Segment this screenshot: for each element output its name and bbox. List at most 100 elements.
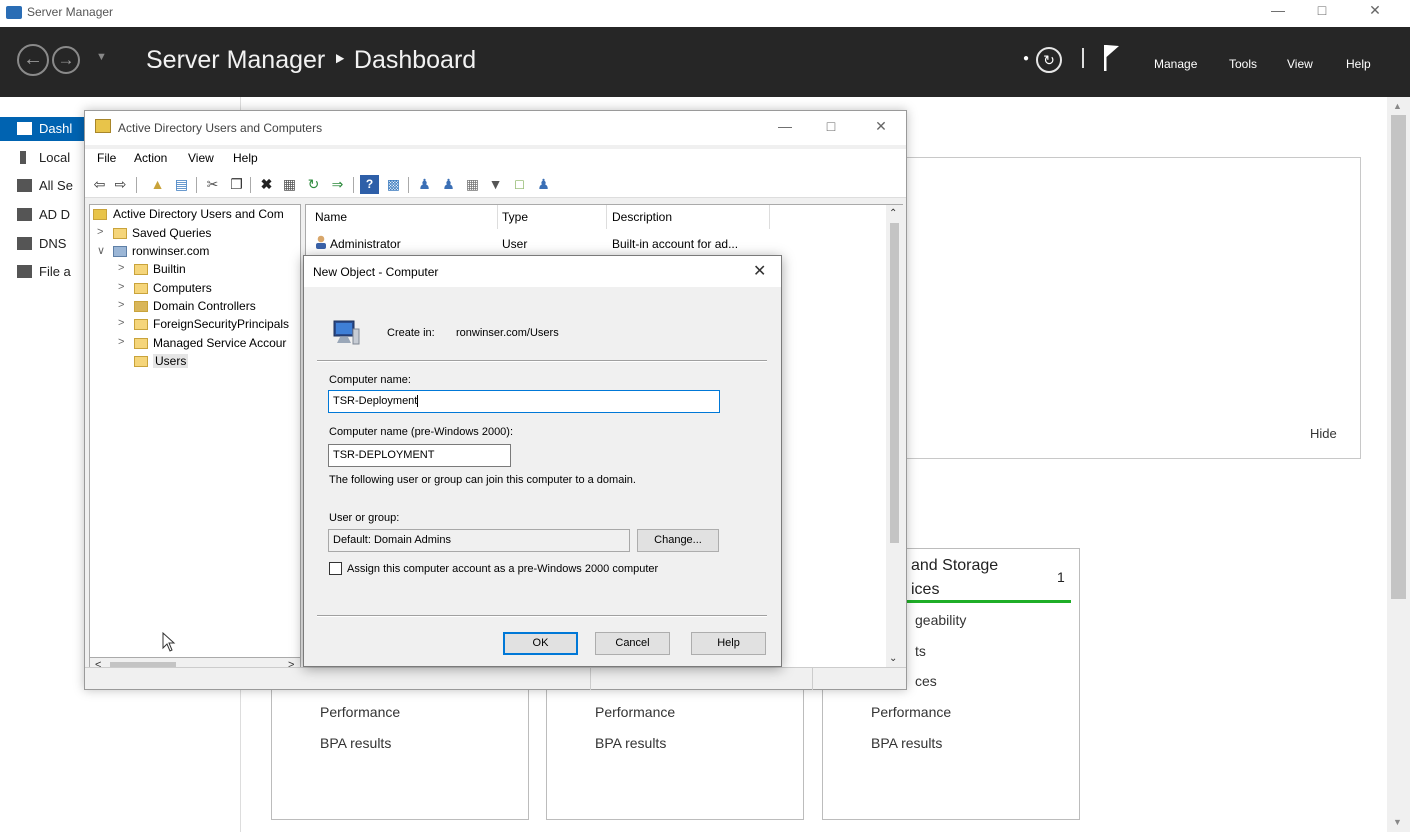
nav-label: DNS xyxy=(39,236,67,251)
tools-menu[interactable]: Tools xyxy=(1229,57,1257,71)
cell-name[interactable]: Administrator xyxy=(330,237,401,251)
refresh-dropdown-icon[interactable]: ● xyxy=(1023,53,1029,64)
properties-icon[interactable]: ▦ xyxy=(280,175,299,194)
computer-icon xyxy=(333,320,360,345)
minimize-icon[interactable]: — xyxy=(770,118,800,134)
tile-manageability-link[interactable]: geability xyxy=(915,612,966,628)
show-tree-icon[interactable]: ▤ xyxy=(172,175,191,194)
expand-icon[interactable]: > xyxy=(118,281,124,293)
action-menu[interactable]: Action xyxy=(134,151,167,165)
tree-item-domain[interactable]: ∨ ronwinser.com xyxy=(97,243,297,261)
server-manager-app-icon xyxy=(6,6,22,19)
tree-item-domain-controllers[interactable]: > Domain Controllers xyxy=(118,298,300,316)
find-icon[interactable]: □ xyxy=(510,175,529,194)
refresh-icon[interactable]: ↻ xyxy=(304,175,323,194)
delegate-control-icon[interactable]: ♟ xyxy=(534,175,553,194)
add-to-group-icon[interactable]: ▦ xyxy=(463,175,482,194)
tree-item-saved-queries[interactable]: > Saved Queries xyxy=(97,225,297,243)
maximize-icon[interactable]: □ xyxy=(816,118,846,134)
scroll-thumb[interactable] xyxy=(890,223,899,543)
collapse-icon[interactable]: ∨ xyxy=(97,244,105,257)
expand-icon[interactable]: > xyxy=(118,262,124,274)
scroll-thumb[interactable] xyxy=(1391,115,1406,599)
column-header-type[interactable]: Type xyxy=(502,210,528,224)
show-action-pane-icon[interactable]: ▩ xyxy=(384,175,403,194)
help-menu[interactable]: Help xyxy=(233,151,258,165)
filter-icon[interactable]: ▼ xyxy=(486,175,505,194)
expand-icon[interactable]: > xyxy=(118,336,124,348)
tile-events-link[interactable]: ts xyxy=(915,643,926,659)
manage-menu[interactable]: Manage xyxy=(1154,57,1197,71)
pre2000-checkbox-label[interactable]: Assign this computer account as a pre-Wi… xyxy=(347,563,658,575)
cancel-button[interactable]: Cancel xyxy=(595,632,670,655)
ok-button[interactable]: OK xyxy=(503,632,578,655)
column-divider[interactable] xyxy=(497,205,498,229)
tree-root[interactable]: Active Directory Users and Com xyxy=(90,206,300,224)
history-dropdown-icon[interactable]: ▼ xyxy=(96,51,107,63)
notifications-flag-icon[interactable] xyxy=(1103,45,1119,71)
column-header-description[interactable]: Description xyxy=(612,210,672,224)
tree-item-builtin[interactable]: > Builtin xyxy=(118,261,300,279)
cell-type: User xyxy=(502,237,528,251)
column-header-name[interactable]: Name xyxy=(315,210,347,224)
refresh-icon[interactable]: ↻ xyxy=(1036,47,1062,73)
forward-arrow-icon[interactable]: → xyxy=(52,46,80,74)
column-divider[interactable] xyxy=(769,205,770,229)
tile-bpa-link[interactable]: BPA results xyxy=(595,735,666,751)
help-button[interactable]: Help xyxy=(691,632,766,655)
new-user-icon[interactable]: ♟ xyxy=(415,175,434,194)
help-menu[interactable]: Help xyxy=(1346,57,1371,71)
tree-item-foreign-security-principals[interactable]: > ForeignSecurityPrincipals xyxy=(118,316,300,334)
delete-icon[interactable]: ✖ xyxy=(257,175,276,194)
hide-welcome-link[interactable]: Hide xyxy=(1310,426,1337,441)
tile-performance-link[interactable]: Performance xyxy=(871,704,951,720)
user-or-group-label: User or group: xyxy=(329,512,400,524)
cut-icon[interactable]: ✂ xyxy=(203,175,222,194)
column-divider[interactable] xyxy=(606,205,607,229)
up-folder-icon[interactable]: ▲ xyxy=(148,175,167,194)
export-list-icon[interactable]: ⇒ xyxy=(328,175,347,194)
close-icon[interactable]: ✕ xyxy=(1355,2,1395,19)
scroll-up-icon[interactable]: ▲ xyxy=(1393,101,1402,111)
tile-bpa-link[interactable]: BPA results xyxy=(871,735,942,751)
expand-icon[interactable]: > xyxy=(118,299,124,311)
pre2000-checkbox[interactable] xyxy=(329,562,342,575)
user-or-group-field: Default: Domain Admins xyxy=(328,529,630,552)
restore-icon[interactable]: □ xyxy=(1302,2,1342,18)
tree-item-managed-service-accounts[interactable]: > Managed Service Accour xyxy=(118,335,300,353)
tile-performance-link[interactable]: Performance xyxy=(595,704,675,720)
status-divider xyxy=(812,668,813,690)
scroll-up-icon[interactable]: ⌃ xyxy=(889,208,897,219)
file-menu[interactable]: File xyxy=(97,151,116,165)
help-icon[interactable]: ? xyxy=(360,175,379,194)
close-icon[interactable]: ✕ xyxy=(866,118,896,135)
forward-icon[interactable]: ⇨ xyxy=(111,175,130,194)
back-icon[interactable]: ⇦ xyxy=(90,175,109,194)
expand-icon[interactable]: > xyxy=(97,226,103,238)
tree-pane[interactable]: Active Directory Users and Com > Saved Q… xyxy=(89,204,301,658)
aduc-menubar: File Action View Help xyxy=(85,149,906,171)
expand-icon[interactable]: > xyxy=(118,317,124,329)
view-menu[interactable]: View xyxy=(188,151,214,165)
scroll-down-icon[interactable]: ⌄ xyxy=(889,653,897,664)
change-button[interactable]: Change... xyxy=(637,529,719,552)
tile-performance-link[interactable]: Performance xyxy=(320,704,400,720)
close-icon[interactable]: ✕ xyxy=(753,261,766,281)
pre2000-name-input[interactable]: TSR-DEPLOYMENT xyxy=(328,444,511,467)
tile-services-link[interactable]: ces xyxy=(915,673,937,689)
scroll-down-icon[interactable]: ▼ xyxy=(1393,817,1402,827)
tile-bpa-link[interactable]: BPA results xyxy=(320,735,391,751)
dashboard-scrollbar[interactable]: ▲ ▼ xyxy=(1387,97,1410,832)
view-menu[interactable]: View xyxy=(1287,57,1313,71)
computer-name-input[interactable]: TSR-Deployment xyxy=(328,390,720,413)
new-group-icon[interactable]: ♟ xyxy=(439,175,458,194)
aduc-root-icon xyxy=(93,209,107,220)
folder-icon xyxy=(134,283,148,294)
minimize-icon[interactable]: — xyxy=(1258,2,1298,18)
tree-item-computers[interactable]: > Computers xyxy=(118,280,300,298)
tree-item-users[interactable]: Users xyxy=(118,353,300,371)
list-vertical-scrollbar[interactable]: ⌃ ⌄ xyxy=(886,205,903,673)
copy-icon[interactable]: ❐ xyxy=(227,175,246,194)
tree-label: Users xyxy=(153,354,189,368)
back-arrow-icon[interactable]: ← xyxy=(17,44,49,76)
